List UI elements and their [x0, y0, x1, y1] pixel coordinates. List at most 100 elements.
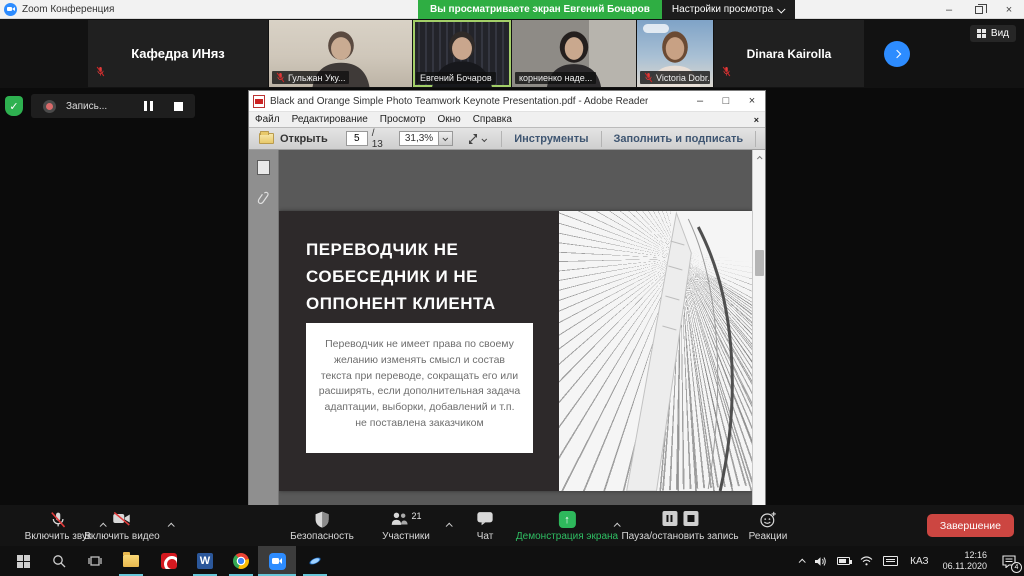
participant-tile-active-speaker[interactable]: Евгений Бочаров — [413, 20, 511, 87]
screen-share-banner: Вы просматриваете экран Евгений Бочаров — [418, 0, 662, 19]
end-meeting-button[interactable]: Завершение — [927, 514, 1014, 537]
view-layout-button[interactable]: Вид — [970, 25, 1016, 42]
fit-page-button[interactable] — [461, 133, 493, 145]
menu-file[interactable]: Файл — [249, 114, 286, 125]
stop-icon[interactable] — [683, 511, 698, 526]
participant-tile[interactable]: корниенко наде... — [512, 20, 636, 87]
page-count-label: / 13 — [372, 128, 383, 150]
scroll-up-arrow[interactable] — [753, 152, 765, 164]
chevron-right-icon — [893, 50, 901, 58]
encryption-shield-icon[interactable]: ✓ — [5, 96, 23, 116]
menu-window[interactable]: Окно — [431, 114, 466, 125]
word-icon: W — [197, 553, 213, 569]
pdf-menubar: Файл Редактирование Просмотр Окно Справк… — [249, 111, 765, 127]
smiley-reactions-icon — [759, 511, 776, 528]
task-view-button[interactable] — [76, 546, 114, 576]
start-button[interactable] — [4, 546, 42, 576]
word-button[interactable]: W — [186, 546, 224, 576]
adobe-reader-window: Black and Orange Simple Photo Teamwork K… — [248, 90, 766, 507]
muted-mic-icon — [276, 72, 285, 83]
menu-help[interactable]: Справка — [467, 114, 518, 125]
pause-recording-button[interactable] — [144, 101, 156, 111]
reactions-label: Реакции — [749, 531, 788, 542]
participant-tile[interactable]: Кафедра ИНяз — [88, 20, 268, 87]
participant-name: корниенко наде... — [519, 73, 592, 83]
pdf-toolbar: Открыть / 13 31,3% Инструменты Заполнить… — [249, 127, 765, 150]
share-options-caret[interactable] — [614, 515, 619, 533]
zoom-level-control[interactable]: 31,3% — [399, 131, 453, 146]
chrome-button[interactable] — [222, 546, 260, 576]
pause-stop-recording-button[interactable]: Пауза/остановить запись — [621, 505, 738, 546]
pdf-document-area[interactable]: ПЕРЕВОДЧИК НЕ СОБЕСЕДНИК И НЕ ОППОНЕНТ К… — [279, 150, 752, 506]
windows-logo-icon — [17, 555, 30, 568]
pdf-titlebar: Black and Orange Simple Photo Teamwork K… — [249, 91, 765, 111]
zoom-icon — [269, 553, 286, 570]
clock[interactable]: 12:16 06.11.2020 — [943, 550, 987, 573]
file-explorer-button[interactable] — [112, 546, 150, 576]
date: 06.11.2020 — [943, 561, 987, 571]
open-button[interactable]: Открыть — [249, 133, 338, 145]
vertical-scrollbar[interactable] — [752, 150, 765, 506]
slide-title: ПЕРЕВОДЧИК НЕ СОБЕСЕДНИК И НЕ ОППОНЕНТ К… — [306, 236, 524, 318]
pdf-minimize-button[interactable]: – — [687, 91, 713, 111]
search-button[interactable] — [40, 546, 78, 576]
participants-options-caret[interactable] — [446, 515, 451, 533]
time: 12:16 — [964, 550, 987, 560]
red-app-button[interactable] — [150, 546, 188, 576]
pdf-maximize-button[interactable]: □ — [713, 91, 739, 111]
participant-tile[interactable]: Dinara Kairolla — [714, 20, 864, 87]
page-number-input[interactable] — [346, 131, 368, 146]
zoom-taskbar-button[interactable] — [258, 546, 296, 576]
pause-icon[interactable] — [662, 511, 677, 526]
close-button[interactable]: × — [994, 0, 1024, 19]
resize-icon — [467, 133, 479, 145]
view-settings-button[interactable]: Настройки просмотра — [662, 0, 795, 19]
zoom-dropdown-button[interactable] — [438, 132, 452, 145]
security-button[interactable]: Безопасность — [290, 505, 354, 546]
share-screen-button[interactable]: ↑ Демонстрация экрана — [516, 505, 618, 546]
tab-tools[interactable]: Инструменты — [501, 131, 600, 147]
participant-tile[interactable]: Victoria Dobr... — [637, 20, 713, 87]
menu-edit[interactable]: Редактирование — [286, 114, 374, 125]
language-indicator[interactable]: КАЗ — [910, 556, 928, 567]
fit-dropdown-button[interactable] — [483, 133, 487, 145]
menu-view[interactable]: Просмотр — [374, 114, 432, 125]
muted-mic-icon — [96, 64, 105, 82]
chevron-down-icon — [482, 136, 488, 142]
chevron-down-icon — [442, 135, 448, 141]
tab-fill-sign[interactable]: Заполнить и подписать — [601, 131, 756, 147]
participants-label: Участники — [382, 531, 430, 542]
hidden-icons-chevron[interactable] — [799, 559, 804, 564]
attachments-paperclip-icon[interactable] — [257, 191, 271, 207]
speaker-icon[interactable] — [814, 556, 827, 567]
video-off-icon — [113, 511, 132, 526]
page-thumbnails-icon[interactable] — [257, 160, 270, 175]
tab-comment[interactable]: Комм — [755, 131, 765, 147]
minimize-button[interactable]: – — [934, 0, 964, 19]
view-settings-label: Настройки просмотра — [672, 4, 773, 15]
pdf-file-icon — [253, 95, 265, 108]
wifi-icon[interactable] — [860, 556, 873, 566]
bridge-pylon-graphic — [559, 211, 752, 491]
participants-count: 21 — [411, 511, 421, 521]
stop-recording-button[interactable] — [174, 102, 183, 111]
unmute-button[interactable]: Включить звук — [25, 505, 92, 546]
next-participants-button[interactable] — [884, 41, 910, 67]
video-options-caret[interactable] — [168, 515, 173, 533]
blue-app-button[interactable] — [296, 546, 334, 576]
start-video-button[interactable]: Включить видео — [84, 505, 160, 546]
chat-button[interactable]: Чат — [477, 505, 494, 546]
battery-icon[interactable] — [837, 557, 850, 565]
scrollbar-thumb[interactable] — [755, 250, 764, 276]
slide-body-text: Переводчик не имеет права по своему жела… — [318, 337, 521, 432]
participants-button[interactable]: 21 Участники — [382, 505, 430, 546]
restore-button[interactable] — [964, 0, 994, 19]
participant-tile[interactable]: Гульжан Уку... — [269, 20, 412, 87]
touch-keyboard-icon[interactable] — [883, 556, 898, 566]
reactions-button[interactable]: Реакции — [749, 505, 788, 546]
action-center-button[interactable]: 4 — [994, 546, 1024, 576]
pdf-close-button[interactable]: × — [739, 91, 765, 111]
menubar-close-icon[interactable]: × — [748, 115, 765, 125]
participants-icon — [390, 511, 409, 526]
share-screen-icon: ↑ — [559, 511, 576, 528]
